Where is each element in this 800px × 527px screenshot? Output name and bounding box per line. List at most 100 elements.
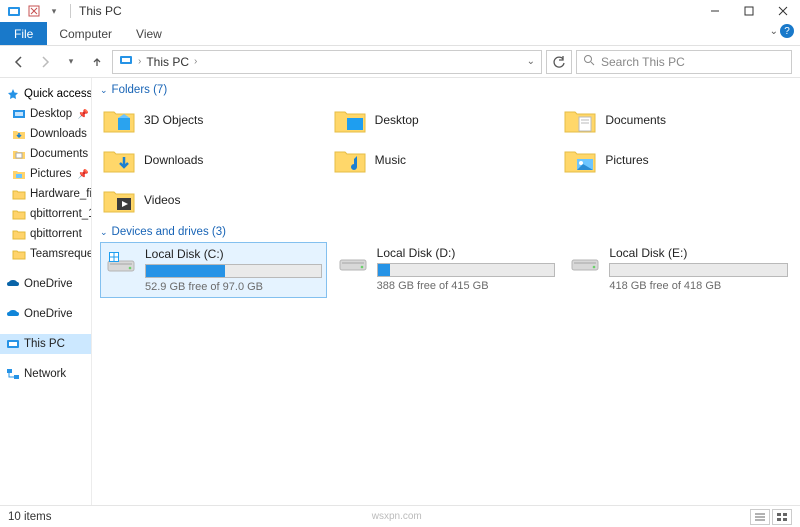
sidebar-item[interactable]: qbittorrent_1 <box>0 204 91 224</box>
folder-icon <box>563 105 597 135</box>
folder-label: Videos <box>144 193 180 207</box>
chevron-right-icon[interactable]: › <box>194 56 197 67</box>
sidebar-network[interactable]: Network <box>0 364 91 384</box>
folder-item[interactable]: Music <box>331 140 562 180</box>
navigation-pane: Quick access Desktop📌Downloads📌Documents… <box>0 78 92 505</box>
group-drives-header[interactable]: ⌄ Devices and drives (3) <box>100 226 792 238</box>
sidebar-quick-access[interactable]: Quick access <box>0 84 91 104</box>
cloud-icon <box>6 307 20 321</box>
folder-icon <box>12 107 26 121</box>
folder-icon <box>12 227 26 241</box>
sidebar-item-label: Desktop <box>30 108 72 120</box>
pc-icon <box>6 337 20 351</box>
sidebar-item[interactable]: Teamsrequest <box>0 244 91 264</box>
folder-item[interactable]: Desktop <box>331 100 562 140</box>
tab-computer[interactable]: Computer <box>47 22 124 45</box>
qat-dropdown-icon[interactable]: ▾ <box>46 3 62 19</box>
chevron-right-icon[interactable]: › <box>138 56 141 67</box>
folder-item[interactable]: Downloads <box>100 140 331 180</box>
ribbon-tabs: File Computer View ⌄ ? <box>0 22 800 46</box>
folder-label: Downloads <box>144 153 203 167</box>
drive-capacity-bar <box>377 263 556 277</box>
chevron-down-icon: ⌄ <box>100 227 108 238</box>
recent-locations-dropdown[interactable]: ▾ <box>60 51 82 73</box>
folder-item[interactable]: 3D Objects <box>100 100 331 140</box>
address-bar[interactable]: › This PC › ⌄ <box>112 50 542 74</box>
pin-icon: 📌 <box>78 109 89 120</box>
sidebar-item[interactable]: qbittorrent <box>0 224 91 244</box>
details-view-button[interactable] <box>750 509 770 525</box>
sidebar-item[interactable]: Downloads📌 <box>0 124 91 144</box>
drive-icon <box>569 246 601 276</box>
folder-icon <box>333 145 367 175</box>
folder-item[interactable]: Pictures <box>561 140 792 180</box>
sidebar-item[interactable]: Pictures📌 <box>0 164 91 184</box>
pc-icon <box>119 53 133 70</box>
network-icon <box>6 367 20 381</box>
drive-item[interactable]: Local Disk (E:) 418 GB free of 418 GB <box>565 242 792 298</box>
search-placeholder: Search This PC <box>601 55 685 69</box>
sidebar-onedrive[interactable]: OneDrive <box>0 304 91 324</box>
folder-icon <box>12 167 26 181</box>
qat-properties-icon[interactable] <box>26 3 42 19</box>
watermark: wsxpn.com <box>372 511 422 522</box>
folder-item[interactable]: Videos <box>100 180 331 220</box>
sidebar-item-label: qbittorrent_1 <box>30 208 92 220</box>
folder-icon <box>12 187 26 201</box>
drive-free-text: 418 GB free of 418 GB <box>609 280 788 292</box>
drive-label: Local Disk (D:) <box>377 246 556 260</box>
folder-label: Music <box>375 153 406 167</box>
sidebar-this-pc[interactable]: This PC <box>0 334 91 354</box>
address-dropdown-icon[interactable]: ⌄ <box>527 56 535 67</box>
minimize-button[interactable] <box>698 0 732 22</box>
drive-free-text: 388 GB free of 415 GB <box>377 280 556 292</box>
drive-free-text: 52.9 GB free of 97.0 GB <box>145 281 322 293</box>
sidebar-item-label: Hardware_files <box>30 188 92 200</box>
folder-icon <box>12 207 26 221</box>
folder-label: Desktop <box>375 113 419 127</box>
drive-label: Local Disk (C:) <box>145 247 322 261</box>
app-icon <box>6 3 22 19</box>
drive-icon <box>105 247 137 277</box>
folder-icon <box>12 247 26 261</box>
drive-item[interactable]: Local Disk (D:) 388 GB free of 415 GB <box>333 242 560 298</box>
close-button[interactable] <box>766 0 800 22</box>
tab-file[interactable]: File <box>0 22 47 45</box>
search-icon <box>583 54 595 69</box>
drive-icon <box>337 246 369 276</box>
drive-capacity-bar <box>145 264 322 278</box>
item-count: 10 items <box>8 511 51 523</box>
maximize-button[interactable] <box>732 0 766 22</box>
up-button[interactable] <box>86 51 108 73</box>
help-icon[interactable]: ? <box>780 24 794 38</box>
back-button[interactable] <box>8 51 30 73</box>
folder-item[interactable]: Documents <box>561 100 792 140</box>
separator <box>70 4 71 18</box>
folder-icon <box>12 147 26 161</box>
folder-icon <box>563 145 597 175</box>
sidebar-item-label: qbittorrent <box>30 228 82 240</box>
folder-icon <box>102 105 136 135</box>
sidebar-item[interactable]: Desktop 📌 <box>0 104 91 124</box>
sidebar-item[interactable]: Hardware_files <box>0 184 91 204</box>
search-input[interactable]: Search This PC <box>576 50 792 74</box>
drive-item[interactable]: Local Disk (C:) 52.9 GB free of 97.0 GB <box>100 242 327 298</box>
forward-button[interactable] <box>34 51 56 73</box>
group-folders-header[interactable]: ⌄ Folders (7) <box>100 84 792 96</box>
refresh-button[interactable] <box>546 50 572 74</box>
navigation-bar: ▾ › This PC › ⌄ Search This PC <box>0 46 800 78</box>
sidebar-item[interactable]: Documents📌 <box>0 144 91 164</box>
tab-view[interactable]: View <box>124 22 174 45</box>
content-pane: ⌄ Folders (7) 3D Objects Desktop Documents… <box>92 78 800 505</box>
sidebar-onedrive[interactable]: OneDrive <box>0 274 91 294</box>
ribbon-expand-icon[interactable]: ⌄ <box>770 26 778 37</box>
folder-icon <box>333 105 367 135</box>
sidebar-item-label: Downloads <box>30 128 87 140</box>
breadcrumb-this-pc[interactable]: This PC <box>146 55 189 69</box>
sidebar-item-label: Documents <box>30 148 88 160</box>
large-icons-view-button[interactable] <box>772 509 792 525</box>
folder-icon <box>102 185 136 215</box>
title-bar: ▾ This PC <box>0 0 800 22</box>
cloud-icon <box>6 277 20 291</box>
folder-icon <box>12 127 26 141</box>
